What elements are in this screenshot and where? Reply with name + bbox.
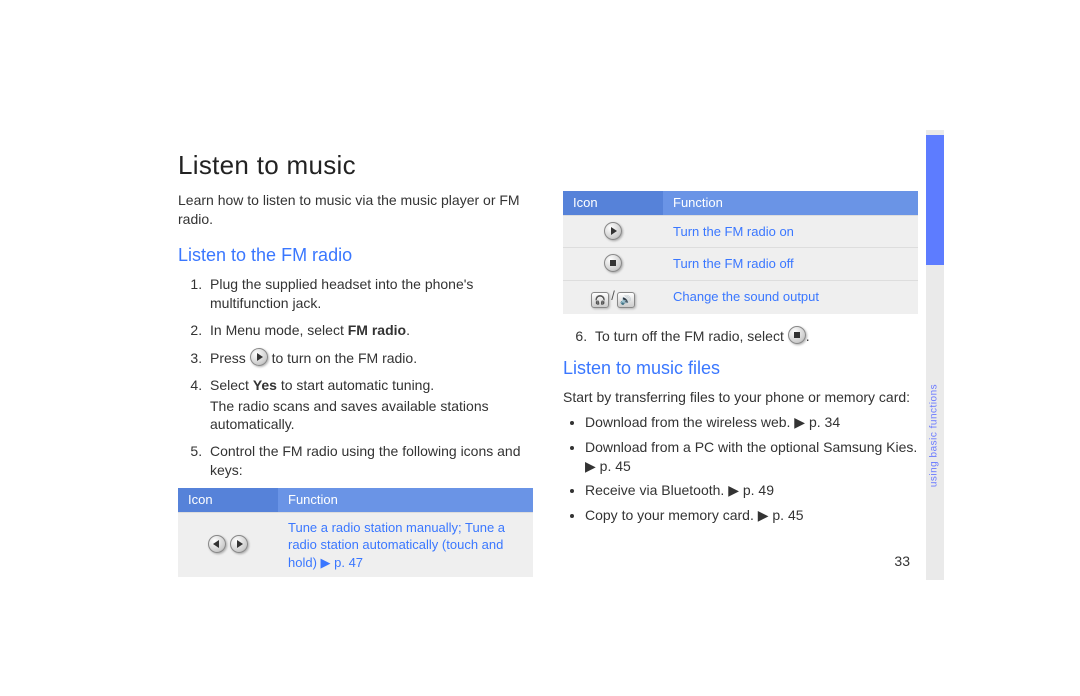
intro-text: Learn how to listen to music via the mus…	[178, 191, 533, 229]
fm-steps-list-cont: To turn off the FM radio, select .	[563, 326, 918, 346]
table-row: Turn the FM radio on	[563, 215, 918, 248]
section-tab-active	[926, 135, 944, 265]
step-4-text-c: to start automatic tuning.	[277, 377, 434, 393]
step-1: Plug the supplied headset into the phone…	[206, 275, 533, 313]
step-3-text-b: to turn on the FM radio.	[268, 350, 417, 366]
table-row: Tune a radio station manually; Tune a ra…	[178, 512, 533, 577]
radio-off-icon-cell	[563, 248, 663, 281]
list-item: Receive via Bluetooth. ▶ p. 49	[585, 481, 918, 500]
tune-right-icon	[230, 535, 248, 553]
table1-header-function: Function	[278, 488, 533, 512]
table-row: Turn the FM radio off	[563, 248, 918, 281]
step-6-text-a: To turn off the FM radio, select	[595, 328, 788, 344]
step-4-sub: The radio scans and saves available stat…	[210, 397, 533, 435]
table1-row1-function: Tune a radio station manually; Tune a ra…	[278, 512, 533, 577]
step-4-text-a: Select	[210, 377, 253, 393]
radio-on-icon-cell	[563, 215, 663, 248]
table2-row3-function: Change the sound output	[663, 280, 918, 314]
step-5: Control the FM radio using the following…	[206, 442, 533, 480]
page-title: Listen to music	[178, 150, 918, 181]
stop-icon	[604, 254, 622, 272]
speaker-icon: 🔊	[617, 292, 635, 308]
section-tab-label: using basic functions	[929, 286, 940, 586]
step-2-bold: FM radio	[348, 322, 406, 338]
step-4-bold: Yes	[253, 377, 277, 393]
step-2-text-a: In Menu mode, select	[210, 322, 348, 338]
step-6: To turn off the FM radio, select .	[591, 326, 918, 346]
list-item: Download from a PC with the optional Sam…	[585, 438, 918, 476]
table1-header-icon: Icon	[178, 488, 278, 512]
files-intro: Start by transferring files to your phon…	[563, 388, 918, 407]
page-content: Listen to music Learn how to listen to m…	[178, 150, 918, 570]
icon-table-2: Icon Function Turn the FM radio on Turn …	[563, 191, 918, 314]
column-left: Learn how to listen to music via the mus…	[178, 191, 533, 577]
files-bullet-list: Download from the wireless web. ▶ p. 34 …	[563, 413, 918, 525]
step-6-text-b: .	[806, 328, 810, 344]
fm-steps-list: Plug the supplied headset into the phone…	[178, 275, 533, 480]
step-4: Select Yes to start automatic tuning. Th…	[206, 376, 533, 435]
table-row: 🎧/🔊 Change the sound output	[563, 280, 918, 314]
section-tab-bar: using basic functions	[926, 130, 944, 580]
icon-table-1: Icon Function Tune a radio station manua…	[178, 488, 533, 577]
tune-icons-cell	[178, 512, 278, 577]
table2-header-function: Function	[663, 191, 918, 215]
heading-fm-radio: Listen to the FM radio	[178, 243, 533, 267]
step-3-text-a: Press	[210, 350, 250, 366]
table2-header-icon: Icon	[563, 191, 663, 215]
table2-row2-function: Turn the FM radio off	[663, 248, 918, 281]
step-3: Press to turn on the FM radio.	[206, 348, 533, 368]
page-number: 33	[894, 553, 910, 569]
play-icon	[604, 222, 622, 240]
table2-row1-function: Turn the FM radio on	[663, 215, 918, 248]
headset-icon: 🎧	[591, 292, 609, 308]
tune-left-icon	[208, 535, 226, 553]
step-2-text-c: .	[406, 322, 410, 338]
slash-icon: /	[611, 288, 615, 303]
list-item: Download from the wireless web. ▶ p. 34	[585, 413, 918, 432]
column-right: Icon Function Turn the FM radio on Turn …	[563, 191, 918, 577]
step-2: In Menu mode, select FM radio.	[206, 321, 533, 340]
list-item: Copy to your memory card. ▶ p. 45	[585, 506, 918, 525]
heading-music-files: Listen to music files	[563, 356, 918, 380]
stop-icon	[788, 326, 806, 344]
sound-output-icon-cell: 🎧/🔊	[563, 280, 663, 314]
play-icon	[250, 348, 268, 366]
